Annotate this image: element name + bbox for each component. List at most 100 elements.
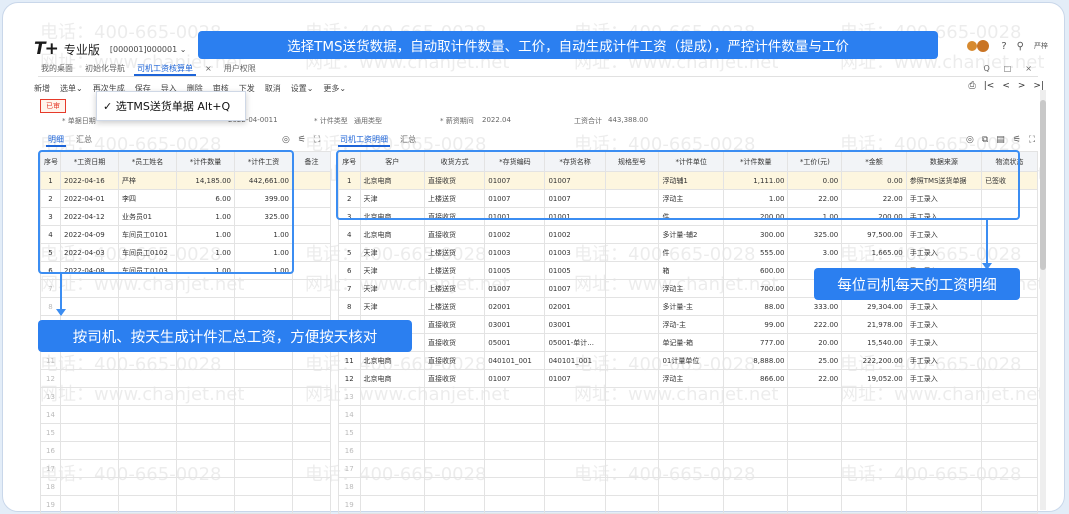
table-cell[interactable] <box>658 477 724 496</box>
table-cell[interactable]: 1 <box>40 171 61 190</box>
table-cell[interactable] <box>359 387 426 406</box>
table-cell[interactable]: 1.00 <box>176 207 235 226</box>
empty-row[interactable]: 13 <box>338 387 1038 406</box>
table-row[interactable]: 3 2022-04-12 业务员01 1.00 325.00 <box>40 207 331 226</box>
empty-row[interactable]: 15 <box>338 423 1038 442</box>
table-cell[interactable]: 14,185.00 <box>176 171 235 190</box>
right-col-header[interactable]: 收货方式 <box>424 151 486 172</box>
table-cell[interactable] <box>905 387 983 406</box>
table-row[interactable]: 2 天津 上楼送货 01007 01007 浮动主 1.00 22.00 22.00 手工录入 <box>338 189 1038 208</box>
table-cell[interactable] <box>234 351 293 370</box>
table-cell[interactable]: 件 <box>658 207 724 226</box>
table-cell[interactable] <box>787 387 843 406</box>
table-cell[interactable] <box>604 333 660 352</box>
table-row[interactable]: 1 北京电商 直接收货 01007 01007 浮动辅1 1,111.00 0.00 0.00 参… <box>338 171 1038 190</box>
table-cell[interactable] <box>604 171 660 190</box>
right-col-header[interactable]: 客户 <box>359 151 426 172</box>
table-cell[interactable] <box>234 495 293 514</box>
table-cell[interactable]: 箱 <box>658 261 724 280</box>
table-cell[interactable]: 直接收货 <box>424 351 486 370</box>
table-cell[interactable]: 天津 <box>359 279 426 298</box>
table-cell[interactable] <box>981 423 1038 442</box>
table-cell[interactable] <box>722 477 789 496</box>
table-cell[interactable] <box>359 441 426 460</box>
tab-desktop[interactable]: 我的桌面 <box>38 63 76 76</box>
calc-type-field[interactable]: 通用类型 <box>354 116 382 126</box>
table-cell[interactable] <box>234 477 293 496</box>
table-cell[interactable] <box>787 477 843 496</box>
table-cell[interactable] <box>292 297 331 316</box>
close-icon[interactable]: × <box>1022 63 1035 76</box>
table-cell[interactable] <box>234 405 293 424</box>
table-cell[interactable] <box>841 459 907 478</box>
table-cell[interactable] <box>60 423 119 442</box>
table-cell[interactable] <box>658 441 724 460</box>
period-field[interactable]: 2022.04 <box>482 116 511 124</box>
table-cell[interactable] <box>484 441 546 460</box>
right-col-header[interactable]: 规格型号 <box>604 151 660 172</box>
table-cell[interactable]: 2022-04-12 <box>60 207 119 226</box>
table-cell[interactable] <box>722 441 789 460</box>
table-cell[interactable]: 1,111.00 <box>722 171 789 190</box>
table-cell[interactable] <box>981 495 1038 514</box>
table-cell[interactable] <box>604 207 660 226</box>
table-cell[interactable]: 99.00 <box>722 315 789 334</box>
table-cell[interactable]: 直接收货 <box>424 315 486 334</box>
table-cell[interactable] <box>981 369 1038 388</box>
table-cell[interactable]: 业务员01 <box>118 207 177 226</box>
table-cell[interactable]: 多计量-主 <box>658 297 724 316</box>
table-cell[interactable]: 12 <box>40 369 61 388</box>
table-row[interactable]: 2 2022-04-01 李四 6.00 399.00 <box>40 189 331 208</box>
empty-row[interactable]: 13 <box>40 387 331 406</box>
table-cell[interactable] <box>60 477 119 496</box>
table-row[interactable]: 8 天津 上楼送货 02001 02001 多计量-主 88.00 333.00 29,304.… <box>338 297 1038 316</box>
right-col-header[interactable]: *存货编码 <box>484 151 546 172</box>
empty-row[interactable]: 8 <box>40 297 331 316</box>
table-cell[interactable]: 200.00 <box>722 207 789 226</box>
table-cell[interactable] <box>292 243 331 262</box>
table-cell[interactable] <box>544 423 606 442</box>
print-icon[interactable]: ⎙ <box>969 81 976 91</box>
table-cell[interactable] <box>292 279 331 298</box>
table-cell[interactable]: 2022-04-16 <box>60 171 119 190</box>
table-cell[interactable] <box>424 405 486 424</box>
table-cell[interactable]: 01001 <box>484 207 546 226</box>
table-row[interactable]: 12 北京电商 直接收货 01007 01007 浮动主 866.00 22.00 19,052… <box>338 369 1038 388</box>
table-cell[interactable]: 北京电商 <box>359 207 426 226</box>
table-cell[interactable]: 01007 <box>544 369 606 388</box>
table-cell[interactable]: 040101_001 <box>484 351 546 370</box>
table-cell[interactable] <box>118 441 177 460</box>
left-col-header[interactable]: 序号 <box>40 151 61 172</box>
table-cell[interactable]: 20.00 <box>787 333 843 352</box>
empty-row[interactable]: 19 <box>338 495 1038 514</box>
table-cell[interactable] <box>544 495 606 514</box>
table-cell[interactable]: 01007 <box>544 279 606 298</box>
empty-row[interactable]: 14 <box>338 405 1038 424</box>
empty-row[interactable]: 17 <box>338 459 1038 478</box>
table-cell[interactable]: 天津 <box>359 189 426 208</box>
table-cell[interactable]: 上楼送货 <box>424 189 486 208</box>
user-icon[interactable]: ⚲ <box>1017 41 1024 52</box>
table-cell[interactable]: 已签收 <box>981 171 1038 190</box>
search-icon[interactable]: Q <box>980 63 992 76</box>
table-cell[interactable]: 15 <box>40 423 61 442</box>
table-cell[interactable] <box>60 297 119 316</box>
table-cell[interactable] <box>292 189 331 208</box>
table-cell[interactable]: 1.00 <box>787 207 843 226</box>
help-icon[interactable]: ? <box>1001 41 1006 52</box>
table-row[interactable]: 1 2022-04-16 严梓 14,185.00 442,661.00 <box>40 171 331 190</box>
table-cell[interactable] <box>176 369 235 388</box>
table-cell[interactable]: 浮动主 <box>658 279 724 298</box>
table-cell[interactable]: 22.00 <box>787 369 843 388</box>
table-cell[interactable]: 01002 <box>544 225 606 244</box>
table-cell[interactable] <box>841 477 907 496</box>
table-cell[interactable] <box>604 477 660 496</box>
right-col-header[interactable]: 物流状态 <box>981 151 1038 172</box>
table-cell[interactable]: 6 <box>338 261 361 280</box>
table-cell[interactable] <box>176 351 235 370</box>
table-cell[interactable]: 1.00 <box>234 261 293 280</box>
table-cell[interactable]: 16 <box>40 441 61 460</box>
table-cell[interactable]: 16 <box>338 441 361 460</box>
table-cell[interactable]: 北京电商 <box>359 369 426 388</box>
table-cell[interactable]: 21,978.00 <box>841 315 907 334</box>
